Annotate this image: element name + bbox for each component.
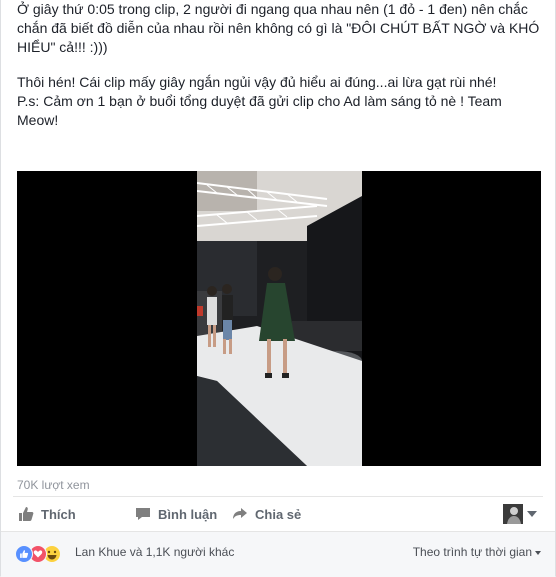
avatar bbox=[503, 504, 523, 524]
sort-label: Theo trình tự thời gian bbox=[412, 545, 532, 559]
post-paragraph-1: Ở giây thứ 0:05 trong clip, 2 người đi n… bbox=[17, 1, 540, 55]
like-reaction-icon bbox=[15, 545, 33, 563]
view-count: 70K lượt xem bbox=[17, 478, 90, 492]
comment-label: Bình luận bbox=[158, 506, 218, 522]
post-paragraph-3: P.s: Cảm ơn 1 bạn ở buổi tổng duyệt đã g… bbox=[17, 93, 502, 128]
like-button[interactable]: Thích bbox=[17, 500, 76, 528]
post-card: Ở giây thứ 0:05 trong clip, 2 người đi n… bbox=[0, 0, 556, 577]
share-icon bbox=[231, 505, 249, 523]
action-bar: Thích Bình luận Chia sẻ bbox=[17, 500, 541, 528]
post-paragraph-2: Thôi hén! Cái clip mấy giây ngắn ngủi vậ… bbox=[17, 74, 497, 90]
thumbs-up-icon bbox=[17, 505, 35, 523]
post-as-selector[interactable] bbox=[503, 504, 537, 524]
comment-sort-dropdown[interactable]: Theo trình tự thời gian bbox=[413, 545, 541, 559]
post-body: Ở giây thứ 0:05 trong clip, 2 người đi n… bbox=[17, 0, 545, 130]
caret-down-icon bbox=[535, 550, 541, 555]
share-label: Chia sẻ bbox=[255, 506, 302, 522]
chevron-down-icon bbox=[527, 511, 537, 517]
divider bbox=[13, 496, 543, 497]
comment-button[interactable]: Bình luận bbox=[134, 500, 217, 528]
reactions-bar: Lan Khue và 1,1K người khác Theo trình t… bbox=[1, 531, 555, 577]
reaction-summary[interactable]: Lan Khue và 1,1K người khác bbox=[75, 545, 234, 559]
like-label: Thích bbox=[41, 506, 76, 522]
comment-icon bbox=[134, 505, 152, 523]
video-player[interactable] bbox=[17, 171, 541, 466]
video-frame bbox=[197, 171, 362, 466]
share-button[interactable]: Chia sẻ bbox=[231, 500, 301, 528]
runway-scene bbox=[197, 171, 362, 466]
